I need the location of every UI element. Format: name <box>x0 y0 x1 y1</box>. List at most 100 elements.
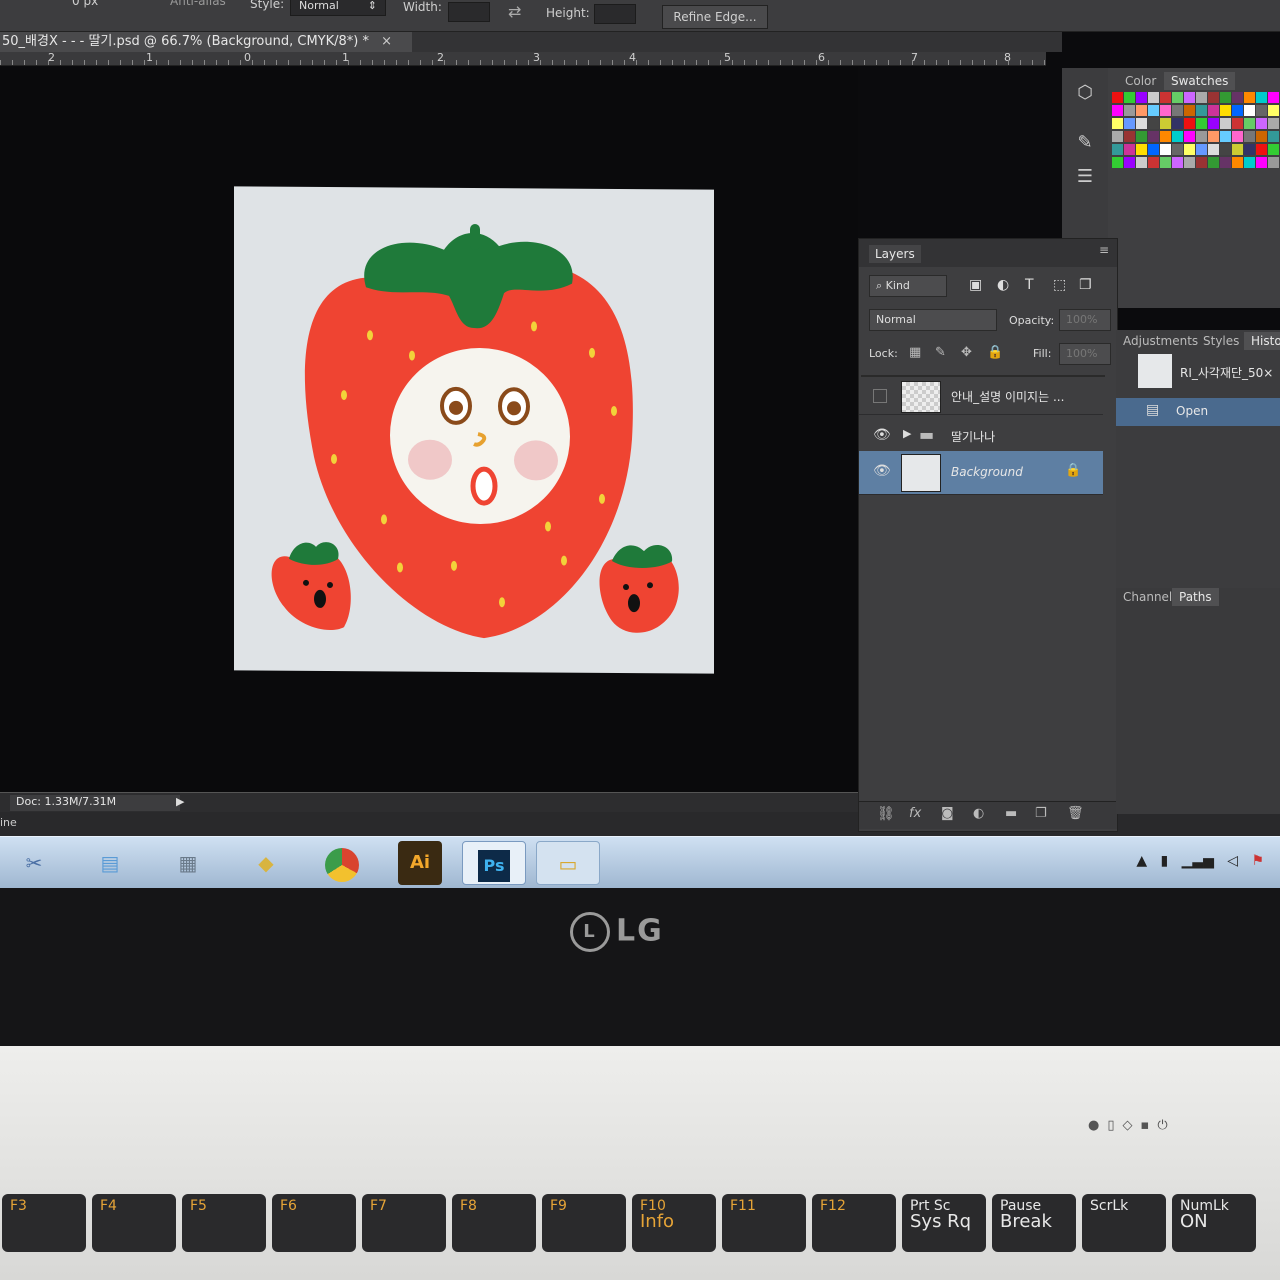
swatch[interactable] <box>1232 157 1243 168</box>
adjustment-filter-icon[interactable]: ◐ <box>997 277 1009 293</box>
swatch[interactable] <box>1184 144 1195 155</box>
file-explorer-icon[interactable]: ▭ <box>536 841 600 885</box>
type-filter-icon[interactable]: T <box>1025 277 1034 293</box>
style-select[interactable]: Normal ⇕ <box>290 0 386 16</box>
swatch[interactable] <box>1148 118 1159 129</box>
swatch[interactable] <box>1208 144 1219 155</box>
tab-layers[interactable]: Layers <box>869 245 921 263</box>
tab-history[interactable]: Histo <box>1244 332 1280 350</box>
swatch[interactable] <box>1232 92 1243 103</box>
action-center-icon[interactable]: ⚑ <box>1251 853 1264 869</box>
mask-icon[interactable]: ◙ <box>941 806 954 821</box>
swatch[interactable] <box>1112 105 1123 116</box>
swatch[interactable] <box>1136 118 1147 129</box>
history-snapshot-name[interactable]: RI_사각재단_50× <box>1180 364 1273 381</box>
key-f9[interactable]: F9 <box>542 1194 626 1252</box>
swatch[interactable] <box>1220 92 1231 103</box>
blend-mode-select[interactable]: Normal <box>869 309 997 331</box>
swatch[interactable] <box>1208 131 1219 142</box>
new-layer-icon[interactable]: ❐ <box>1035 806 1047 821</box>
adjustment-layer-icon[interactable]: ◐ <box>973 806 984 821</box>
eye-icon[interactable]: 👁 <box>873 463 891 479</box>
refine-edge-button[interactable]: Refine Edge... <box>662 5 768 29</box>
swap-arrows-icon[interactable]: ⇄ <box>508 2 521 21</box>
document-tab[interactable]: 50_배경X - - - 딸기.psd @ 66.7% (Background,… <box>0 32 412 52</box>
key-f3[interactable]: F3 <box>2 1194 86 1252</box>
swatch[interactable] <box>1172 157 1183 168</box>
swatch[interactable] <box>1232 144 1243 155</box>
key-f11[interactable]: F11 <box>722 1194 806 1252</box>
swatch[interactable] <box>1220 118 1231 129</box>
swatch[interactable] <box>1160 131 1171 142</box>
swatch[interactable] <box>1184 92 1195 103</box>
swatch[interactable] <box>1268 118 1279 129</box>
lock-brush-icon[interactable]: ✎ <box>935 345 946 360</box>
photoshop-taskbar-button[interactable]: Ps <box>462 841 526 885</box>
key-f7[interactable]: F7 <box>362 1194 446 1252</box>
swatch[interactable] <box>1220 144 1231 155</box>
swatch-grid[interactable] <box>1112 92 1280 182</box>
tab-swatches[interactable]: Swatches <box>1164 72 1236 90</box>
swatch[interactable] <box>1184 157 1195 168</box>
swatch[interactable] <box>1124 131 1135 142</box>
swatch[interactable] <box>1112 118 1123 129</box>
key-f8[interactable]: F8 <box>452 1194 536 1252</box>
illustrator-icon[interactable]: Ai <box>398 841 442 885</box>
swatch[interactable] <box>1184 118 1195 129</box>
fill-input[interactable]: 100% <box>1059 343 1111 365</box>
artboard[interactable] <box>234 186 714 674</box>
swatch[interactable] <box>1256 144 1267 155</box>
smart-object-filter-icon[interactable]: ❐ <box>1079 277 1092 293</box>
signal-icon[interactable]: ▁▃▅ <box>1182 853 1214 869</box>
key-f10[interactable]: F10 Info <box>632 1194 716 1252</box>
shape-filter-icon[interactable]: ⬚ <box>1053 277 1066 293</box>
swatch[interactable] <box>1256 105 1267 116</box>
swatch[interactable] <box>1244 105 1255 116</box>
swatch[interactable] <box>1268 105 1279 116</box>
swatch[interactable] <box>1112 92 1123 103</box>
link-icon[interactable]: ⛓ <box>877 806 895 822</box>
image-filter-icon[interactable]: ▣ <box>969 277 982 293</box>
swatch[interactable] <box>1184 131 1195 142</box>
swatch[interactable] <box>1196 105 1207 116</box>
key-pause[interactable]: Pause Break <box>992 1194 1076 1252</box>
swatch[interactable] <box>1148 92 1159 103</box>
swatch[interactable] <box>1232 118 1243 129</box>
trash-icon[interactable]: 🗑 <box>1067 806 1084 821</box>
swatch[interactable] <box>1136 105 1147 116</box>
swatch[interactable] <box>1136 157 1147 168</box>
lock-move-icon[interactable]: ✥ <box>961 345 972 360</box>
swatch[interactable] <box>1112 131 1123 142</box>
key-f4[interactable]: F4 <box>92 1194 176 1252</box>
swatch[interactable] <box>1244 131 1255 142</box>
expand-arrow-icon[interactable]: ▶ <box>903 427 911 440</box>
panel-menu-icon[interactable]: ≡ <box>1099 243 1109 257</box>
chrome-icon[interactable] <box>320 841 364 885</box>
swatch[interactable] <box>1268 131 1279 142</box>
snipping-tool-icon[interactable]: ✂ <box>12 841 56 885</box>
swatch[interactable] <box>1244 92 1255 103</box>
filter-kind-select[interactable]: ⌕ Kind <box>869 275 947 297</box>
speaker-icon[interactable]: ◁ <box>1227 853 1238 869</box>
swatch[interactable] <box>1136 144 1147 155</box>
play-arrow-icon[interactable]: ▶ <box>176 795 184 808</box>
swatch[interactable] <box>1172 144 1183 155</box>
key-f6[interactable]: F6 <box>272 1194 356 1252</box>
power-button-icon[interactable]: ⏻ <box>1157 1118 1175 1133</box>
anti-alias-label[interactable]: Anti-alias <box>170 0 226 8</box>
swatch[interactable] <box>1148 144 1159 155</box>
tab-adjustments[interactable]: Adjustments <box>1116 332 1205 350</box>
swatch[interactable] <box>1160 92 1171 103</box>
visibility-toggle[interactable] <box>873 389 887 403</box>
tab-styles[interactable]: Styles <box>1196 332 1246 350</box>
key-numlk[interactable]: NumLk ON <box>1172 1194 1256 1252</box>
swatch[interactable] <box>1244 144 1255 155</box>
swatch[interactable] <box>1160 118 1171 129</box>
height-input[interactable] <box>594 4 636 24</box>
swatch[interactable] <box>1208 92 1219 103</box>
layer-group-row[interactable]: 👁 ▶ ▬ 딸기나나 <box>859 417 1103 455</box>
swatch[interactable] <box>1124 144 1135 155</box>
swatch[interactable] <box>1268 144 1279 155</box>
swatch[interactable] <box>1232 131 1243 142</box>
swatch[interactable] <box>1136 131 1147 142</box>
